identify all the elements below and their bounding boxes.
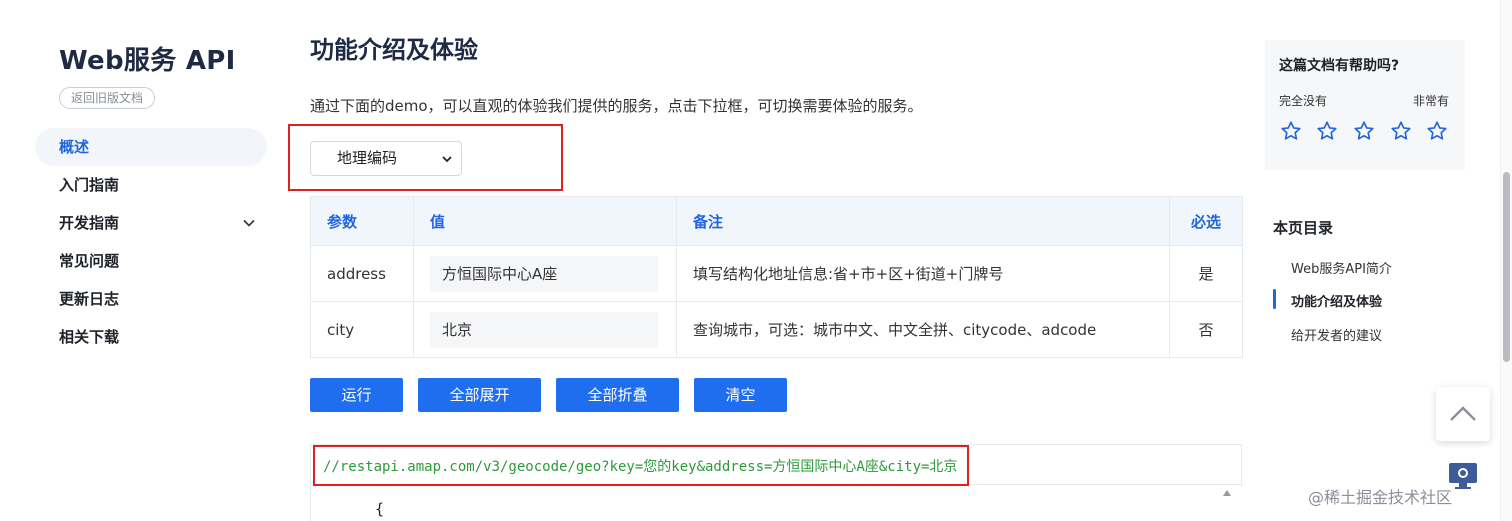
table-row: city 查询城市，可选：城市中文、中文全拼、citycode、adcode 否: [310, 301, 1243, 358]
toc-item-advice[interactable]: 给开发者的建议: [1291, 325, 1382, 344]
header-note: 备注: [676, 196, 1170, 246]
params-table: 参数 值 备注 必选 address 填写结构化地址信息:省+市+区+街道+门牌…: [310, 196, 1243, 358]
sidebar-item-label: 开发指南: [59, 214, 120, 232]
sidebar-item-changelog[interactable]: 更新日志: [35, 280, 267, 318]
sidebar-item-label: 常见问题: [59, 252, 120, 270]
param-required: 否: [1169, 301, 1243, 358]
main-content: 功能介绍及体验 通过下面的demo，可以直观的体验我们提供的服务，点击下拉框，可…: [288, 0, 1245, 521]
table-header-row: 参数 值 备注 必选: [310, 196, 1243, 246]
result-panel: //restapi.amap.com/v3/geocode/geo?key=您的…: [310, 444, 1243, 521]
sidebar-item-getting-started[interactable]: 入门指南: [35, 166, 267, 204]
sidebar-item-dev-guide[interactable]: 开发指南: [35, 204, 267, 242]
param-required: 是: [1169, 245, 1243, 302]
product-title: Web服务 API: [59, 46, 236, 76]
page-title: 功能介绍及体验: [310, 36, 478, 64]
monitor-chat-icon: [1449, 463, 1477, 489]
sidebar-item-downloads[interactable]: 相关下载: [35, 318, 267, 356]
intro-text: 通过下面的demo，可以直观的体验我们提供的服务，点击下拉框，可切换需要体验的服…: [310, 97, 923, 115]
sidebar-nav: 概述 入门指南 开发指南 常见问题 更新日志 相关下载: [35, 128, 267, 356]
star-outline-icon[interactable]: [1390, 120, 1412, 142]
toc-item-features[interactable]: 功能介绍及体验: [1291, 291, 1382, 310]
star-outline-icon[interactable]: [1426, 120, 1448, 142]
value-cell: [413, 301, 677, 358]
header-value: 值: [413, 196, 677, 246]
request-url-bar: //restapi.amap.com/v3/geocode/geo?key=您的…: [311, 445, 1243, 486]
service-select-value: 地理编码: [337, 149, 398, 167]
url-highlight-box: [313, 445, 969, 486]
sidebar-item-overview[interactable]: 概述: [35, 128, 267, 166]
sidebar-item-faq[interactable]: 常见问题: [35, 242, 267, 280]
param-name: address: [310, 245, 414, 302]
sidebar-item-label: 更新日志: [59, 290, 120, 308]
star-outline-icon[interactable]: [1353, 120, 1375, 142]
table-row: address 填写结构化地址信息:省+市+区+街道+门牌号 是: [310, 245, 1243, 302]
feedback-card: 这篇文档有帮助吗? 完全没有 非常有: [1265, 40, 1465, 170]
toc-item-intro[interactable]: Web服务API简介: [1291, 258, 1392, 277]
chevron-up-icon: [1450, 406, 1476, 421]
left-sidebar: Web服务 API 返回旧版文档 概述 入门指南 开发指南 常见问题 更新日志 …: [0, 0, 280, 521]
header-param: 参数: [310, 196, 414, 246]
expand-all-button[interactable]: 全部展开: [418, 378, 541, 412]
collapse-all-button[interactable]: 全部折叠: [556, 378, 679, 412]
sidebar-item-label: 相关下载: [59, 328, 120, 346]
toc-title: 本页目录: [1273, 219, 1334, 237]
header-required: 必选: [1169, 196, 1243, 246]
sidebar-item-label: 入门指南: [59, 176, 120, 194]
old-doc-button[interactable]: 返回旧版文档: [59, 87, 156, 109]
param-note: 查询城市，可选：城市中文、中文全拼、citycode、adcode: [676, 301, 1170, 358]
star-outline-icon[interactable]: [1280, 120, 1302, 142]
chevron-down-icon: [442, 156, 452, 163]
back-to-top-button[interactable]: [1436, 387, 1490, 441]
json-result-area[interactable]: {: [311, 486, 1243, 521]
scroll-up-arrow-icon[interactable]: [1223, 490, 1231, 496]
city-input[interactable]: [430, 311, 658, 348]
feedback-title: 这篇文档有帮助吗?: [1279, 58, 1400, 74]
chevron-down-icon[interactable]: [243, 217, 255, 229]
page-scrollbar-thumb[interactable]: [1503, 172, 1510, 362]
right-rail: 这篇文档有帮助吗? 完全没有 非常有 本页目录 Web服务API简介 功能介绍及…: [1265, 0, 1495, 521]
address-input[interactable]: [430, 255, 658, 292]
value-cell: [413, 245, 677, 302]
clear-button[interactable]: 清空: [694, 378, 787, 412]
watermark-text: @稀土掘金技术社区: [1308, 488, 1453, 507]
sidebar-item-label: 概述: [59, 138, 90, 156]
toc-active-indicator: [1273, 289, 1276, 309]
rating-max-label: 非常有: [1412, 94, 1449, 108]
rating-min-label: 完全没有: [1279, 94, 1328, 108]
run-button[interactable]: 运行: [310, 378, 403, 412]
service-select[interactable]: 地理编码: [310, 141, 462, 176]
json-open-brace: {: [375, 500, 385, 518]
param-note: 填写结构化地址信息:省+市+区+街道+门牌号: [676, 245, 1170, 302]
param-name: city: [310, 301, 414, 358]
star-outline-icon[interactable]: [1316, 120, 1338, 142]
